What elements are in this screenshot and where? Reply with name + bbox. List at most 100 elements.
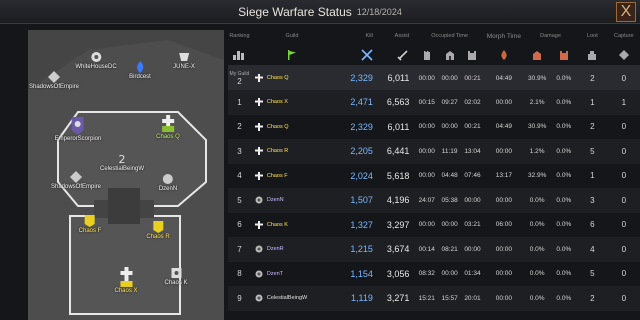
header-kill[interactable]: Kill: [329, 33, 379, 39]
occupied-2: 00:00: [441, 74, 458, 82]
table-row[interactable]: 4 Chaos F 2,024 5,618 00:00 04:48 07:46 13:17 32…: [228, 164, 640, 189]
occupied-3: 00:21: [464, 123, 481, 131]
guild-name: Chaos X: [266, 99, 288, 106]
guild-cell: Chaos F: [251, 171, 329, 180]
capture: 0: [621, 122, 627, 132]
assist: 3,297: [386, 219, 410, 230]
loot-icon[interactable]: [577, 50, 607, 60]
occupied-1: 00:00: [418, 123, 435, 131]
guild-cell: Chaos Q: [251, 74, 329, 82]
damage-2: 0.0%: [556, 74, 572, 82]
header-capture[interactable]: Capture: [608, 33, 640, 39]
damage-castle-icon[interactable]: [551, 50, 578, 60]
table-row[interactable]: 3 Chaos R 2,205 6,441 00:00 11:19 13:04 00:00 1.…: [228, 139, 640, 164]
guild-crest-icon: [170, 268, 181, 278]
map-node-shadowsofempire-top[interactable]: ShadowsOfEmpire: [29, 70, 79, 90]
damage-2: 0.0%: [556, 98, 572, 106]
table-row[interactable]: 9 CelestialBeingW 1,119 3,271 15:21 15:57 20:0…: [228, 286, 640, 311]
map-node-chaos-r[interactable]: Chaos R: [146, 220, 170, 240]
header-morph-time[interactable]: Morph Time: [484, 33, 524, 40]
guild-crest-icon: [178, 53, 189, 61]
map-node-label: Chaos F: [78, 228, 102, 234]
header-damage[interactable]: Damage: [524, 33, 577, 39]
rank: 5: [237, 195, 242, 205]
table-row[interactable]: 1 Chaos X 2,471 6,563 00:15 09:27 02:02 00:00 2.…: [228, 90, 640, 115]
siege-stats-table: Ranking Guild Kill Assist Occupied Time …: [228, 28, 640, 320]
kill: 2,329: [350, 73, 373, 83]
occupied-3: 03:21: [464, 221, 481, 229]
kill: 1,327: [350, 219, 373, 230]
header-guild[interactable]: Guild: [251, 33, 329, 39]
damage-2: 0.0%: [556, 172, 572, 180]
occupy-tower-icon[interactable]: [415, 50, 438, 60]
crossed-swords-icon[interactable]: [329, 48, 379, 61]
ranking-bars-icon[interactable]: [228, 50, 251, 60]
guild-name: Chaos Q: [266, 75, 289, 81]
occupied-2: 15:57: [441, 294, 458, 302]
occupied-3: 01:34: [464, 270, 481, 278]
header-occupied-time[interactable]: Occupied Time: [415, 33, 484, 39]
occupied-1: 00:00: [418, 147, 435, 155]
occupy-gate-icon[interactable]: [438, 50, 461, 60]
map-node-chaos-k[interactable]: Chaos K: [164, 266, 188, 286]
damage-2: 0.0%: [556, 123, 572, 131]
occupy-castle-icon[interactable]: [461, 50, 484, 60]
rank: 3: [237, 146, 242, 156]
guild-name: Chaos F: [266, 172, 288, 179]
guild-flag-icon[interactable]: [251, 49, 329, 60]
rank: 6: [237, 220, 242, 230]
kill: 2,329: [350, 121, 373, 132]
table-row[interactable]: 7 DzenR 1,215 3,674 00:14 08:21 00:00 00:00 0.0%…: [228, 237, 640, 262]
rank: 2: [237, 122, 242, 132]
guild-crest-icon: 2: [119, 153, 126, 166]
damage-1: 2.1%: [529, 98, 545, 106]
guild-crest-icon: [255, 196, 263, 204]
map-node-birdcest[interactable]: Birdcest: [129, 60, 151, 80]
table-row[interactable]: 2 Chaos Q 2,329 6,011 00:00 00:00 00:21 04:49 30…: [228, 115, 640, 140]
table-row[interactable]: 5 DzenN 1,507 4,196 24:07 05:38 00:00 00:00 0.0%…: [228, 188, 640, 213]
header-assist[interactable]: Assist: [379, 33, 415, 39]
header-loot[interactable]: Loot: [577, 33, 607, 39]
damage-2: 0.0%: [556, 245, 572, 253]
map-node-label: Chaos R: [146, 234, 170, 240]
occupied-1: 24:07: [418, 196, 435, 204]
guild-cell: DzenT: [251, 270, 329, 278]
cross-icon: [254, 220, 263, 229]
map-node-chaos-x[interactable]: Chaos X: [114, 266, 138, 294]
map-node-shadowsofempire-castle[interactable]: ShadowsOfEmpire: [51, 170, 101, 190]
capture-icon[interactable]: [608, 49, 640, 60]
map-node-june-x[interactable]: JUNE-X: [173, 50, 195, 70]
map-node-whitehousedc[interactable]: WhiteHouseDC: [75, 50, 117, 70]
my-guild-row[interactable]: My Guild 2 Chaos Q 2,329 6,011 00:00 00:…: [228, 66, 640, 90]
table-row[interactable]: 6 Chaos K 1,327 3,297 00:00 00:00 03:21 06:00 0.…: [228, 213, 640, 238]
table-row[interactable]: 8 DzenT 1,154 3,056 08:32 00:00 01:34 00:00 0.0%…: [228, 262, 640, 287]
close-button[interactable]: X: [616, 2, 636, 22]
map-node-chaos-f[interactable]: Chaos F: [78, 214, 102, 234]
map-node-dzenn[interactable]: DzenN: [159, 172, 177, 192]
guild-crest-icon: [70, 171, 82, 183]
morph-time: 00:00: [495, 98, 512, 106]
guild-cell: CelestialBeingW: [251, 294, 329, 302]
morph-flame-icon[interactable]: [484, 49, 524, 60]
occupied-3: 07:46: [464, 172, 481, 180]
kill: 1,119: [351, 293, 373, 304]
damage-gate-icon[interactable]: [524, 50, 551, 60]
header-ranking[interactable]: Ranking: [228, 33, 251, 39]
loot: 2: [590, 293, 595, 303]
occupied-2: 11:19: [441, 147, 458, 155]
assist: 6,011: [387, 121, 410, 132]
map-node-celestialbeingw[interactable]: 2 CelestialBeingW: [100, 152, 144, 172]
map-node-chaos-q[interactable]: Chaos Q: [156, 114, 180, 140]
map-node-label: Birdcest: [129, 74, 151, 80]
map-node-emperorscorpion[interactable]: EmperorScorpion: [55, 116, 101, 142]
capture: 0: [621, 220, 627, 230]
guild-name: CelestialBeingW: [266, 295, 308, 302]
rank: 1: [237, 97, 242, 107]
capture: 0: [621, 195, 627, 205]
occupied-1: 00:00: [418, 172, 435, 180]
occupied-2: 00:00: [441, 270, 458, 278]
assist-sword-icon[interactable]: [379, 49, 415, 61]
map-node-label: ShadowsOfEmpire: [50, 184, 102, 190]
occupied-2: 00:00: [441, 123, 458, 131]
guild-cell: Chaos Q: [251, 122, 329, 131]
